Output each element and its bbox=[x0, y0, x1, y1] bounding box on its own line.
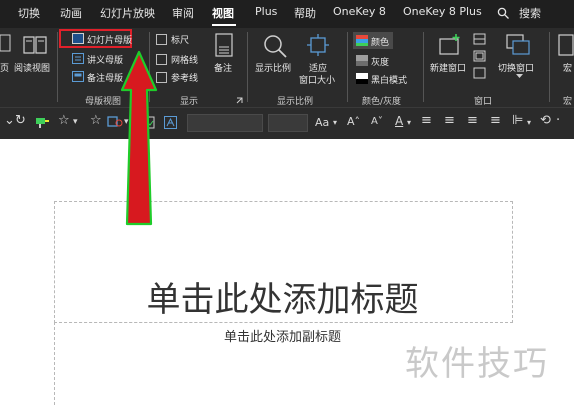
tab-slideshow[interactable]: 幻灯片放映 bbox=[100, 5, 155, 21]
zoom-icon[interactable] bbox=[262, 33, 288, 59]
watermark: 软件技巧 bbox=[405, 344, 549, 384]
align-center-icon[interactable]: ≡ bbox=[444, 113, 455, 128]
gridlines-label[interactable]: 网格线 bbox=[171, 53, 198, 66]
color-group-label: 颜色/灰度 bbox=[362, 97, 402, 107]
reading-view-label[interactable]: 阅读视图 bbox=[14, 61, 50, 74]
slide-master-icon[interactable] bbox=[72, 33, 84, 44]
tab-plus[interactable]: Plus bbox=[255, 5, 277, 18]
switch-window-button[interactable]: 切换窗口 bbox=[498, 61, 534, 74]
tab-review[interactable]: 审阅 bbox=[172, 5, 194, 21]
dropdown-arrow-icon[interactable]: ▾ bbox=[73, 117, 78, 127]
tab-animations[interactable]: 动画 bbox=[60, 5, 82, 21]
font-name-field[interactable] bbox=[187, 114, 263, 132]
slide-master-button[interactable]: 幻灯片母版 bbox=[87, 33, 132, 46]
master-view-group-label: 母版视图 bbox=[85, 97, 122, 107]
align-objects-icon[interactable]: ⊫ bbox=[512, 113, 523, 128]
redo-icon[interactable]: ↻ bbox=[15, 113, 26, 128]
ribbon-tab-bar bbox=[0, 0, 574, 28]
tab-help[interactable]: 帮助 bbox=[294, 5, 316, 21]
arrange-window-icons[interactable] bbox=[473, 33, 487, 93]
fit-to-window-icon[interactable] bbox=[307, 34, 329, 56]
notes-icon[interactable] bbox=[214, 33, 234, 57]
switch-window-icon[interactable] bbox=[505, 33, 531, 57]
textbox-icon[interactable] bbox=[164, 116, 177, 129]
dropdown-arrow-icon[interactable]: ▾ bbox=[527, 118, 531, 127]
active-tab-indicator bbox=[212, 24, 236, 26]
tab-onekey8-plus[interactable]: OneKey 8 Plus bbox=[403, 5, 482, 18]
page-view-label[interactable]: 页 bbox=[0, 61, 9, 74]
new-window-button[interactable]: 新建窗口 bbox=[430, 61, 466, 74]
group-separator bbox=[247, 32, 248, 102]
fit-window-line2[interactable]: 窗口大小 bbox=[299, 73, 335, 86]
decrease-font-icon[interactable]: A˅ bbox=[371, 116, 383, 127]
group-separator bbox=[57, 32, 58, 102]
group-separator bbox=[423, 32, 424, 102]
window-group-label: 窗口 bbox=[474, 97, 493, 107]
color-icon[interactable] bbox=[356, 35, 368, 46]
group-separator bbox=[347, 32, 348, 102]
change-case-button[interactable]: Aa bbox=[315, 116, 329, 129]
tab-transitions[interactable]: 切换 bbox=[18, 5, 40, 21]
format-painter-icon[interactable] bbox=[36, 116, 50, 128]
new-window-icon[interactable] bbox=[437, 33, 463, 57]
macros-group-label: 宏 bbox=[563, 97, 573, 107]
zoom-group-label: 显示比例 bbox=[277, 97, 314, 107]
notes-button[interactable]: 备注 bbox=[214, 61, 232, 74]
ruler-label[interactable]: 标尺 bbox=[171, 33, 189, 46]
chevron-down-icon[interactable] bbox=[516, 74, 523, 79]
increase-font-icon[interactable]: A˄ bbox=[347, 115, 360, 128]
star-icon[interactable]: ☆ bbox=[90, 113, 102, 128]
dialog-launcher-icon[interactable] bbox=[236, 97, 243, 104]
notes-master-icon[interactable] bbox=[72, 71, 84, 82]
dropdown-arrow-icon[interactable]: ▾ bbox=[333, 118, 337, 127]
font-size-field[interactable] bbox=[268, 114, 308, 132]
group-separator bbox=[549, 32, 550, 102]
grayscale-icon[interactable] bbox=[356, 55, 368, 66]
font-color-icon[interactable]: A bbox=[395, 114, 403, 128]
macros-button[interactable]: 宏 bbox=[563, 61, 572, 74]
title-placeholder[interactable]: 单击此处添加标题 bbox=[54, 272, 511, 321]
page-view-icon[interactable] bbox=[0, 34, 12, 54]
annotation-arrow bbox=[120, 50, 158, 226]
black-white-icon[interactable] bbox=[356, 73, 368, 84]
tab-view[interactable]: 视图 bbox=[212, 5, 234, 21]
zoom-button[interactable]: 显示比例 bbox=[255, 61, 291, 74]
show-group-label: 显示 bbox=[180, 97, 199, 107]
grayscale-button[interactable]: 灰度 bbox=[371, 55, 389, 68]
color-button[interactable]: 颜色 bbox=[371, 35, 389, 48]
search-icon[interactable] bbox=[497, 7, 510, 20]
align-right-icon[interactable]: ≡ bbox=[467, 113, 478, 128]
black-white-button[interactable]: 黑白模式 bbox=[371, 73, 407, 86]
justify-icon[interactable]: ≡ bbox=[490, 113, 501, 128]
dropdown-arrow-icon[interactable]: ⌄ bbox=[4, 113, 15, 128]
rotate-icon[interactable]: ⟲ bbox=[540, 113, 551, 128]
align-left-icon[interactable]: ≡ bbox=[421, 113, 432, 128]
search-label[interactable]: 搜索 bbox=[519, 5, 541, 21]
guides-label[interactable]: 参考线 bbox=[171, 71, 198, 84]
star-outline-icon[interactable]: ☆ bbox=[58, 113, 70, 128]
more-icon[interactable]: · bbox=[556, 113, 560, 128]
handout-master-icon[interactable] bbox=[72, 53, 84, 64]
dropdown-arrow-icon[interactable]: ▾ bbox=[407, 118, 411, 127]
ruler-checkbox[interactable] bbox=[156, 34, 167, 45]
macros-icon[interactable] bbox=[557, 33, 574, 57]
reading-view-icon[interactable] bbox=[22, 34, 48, 56]
tab-onekey8[interactable]: OneKey 8 bbox=[333, 5, 386, 18]
